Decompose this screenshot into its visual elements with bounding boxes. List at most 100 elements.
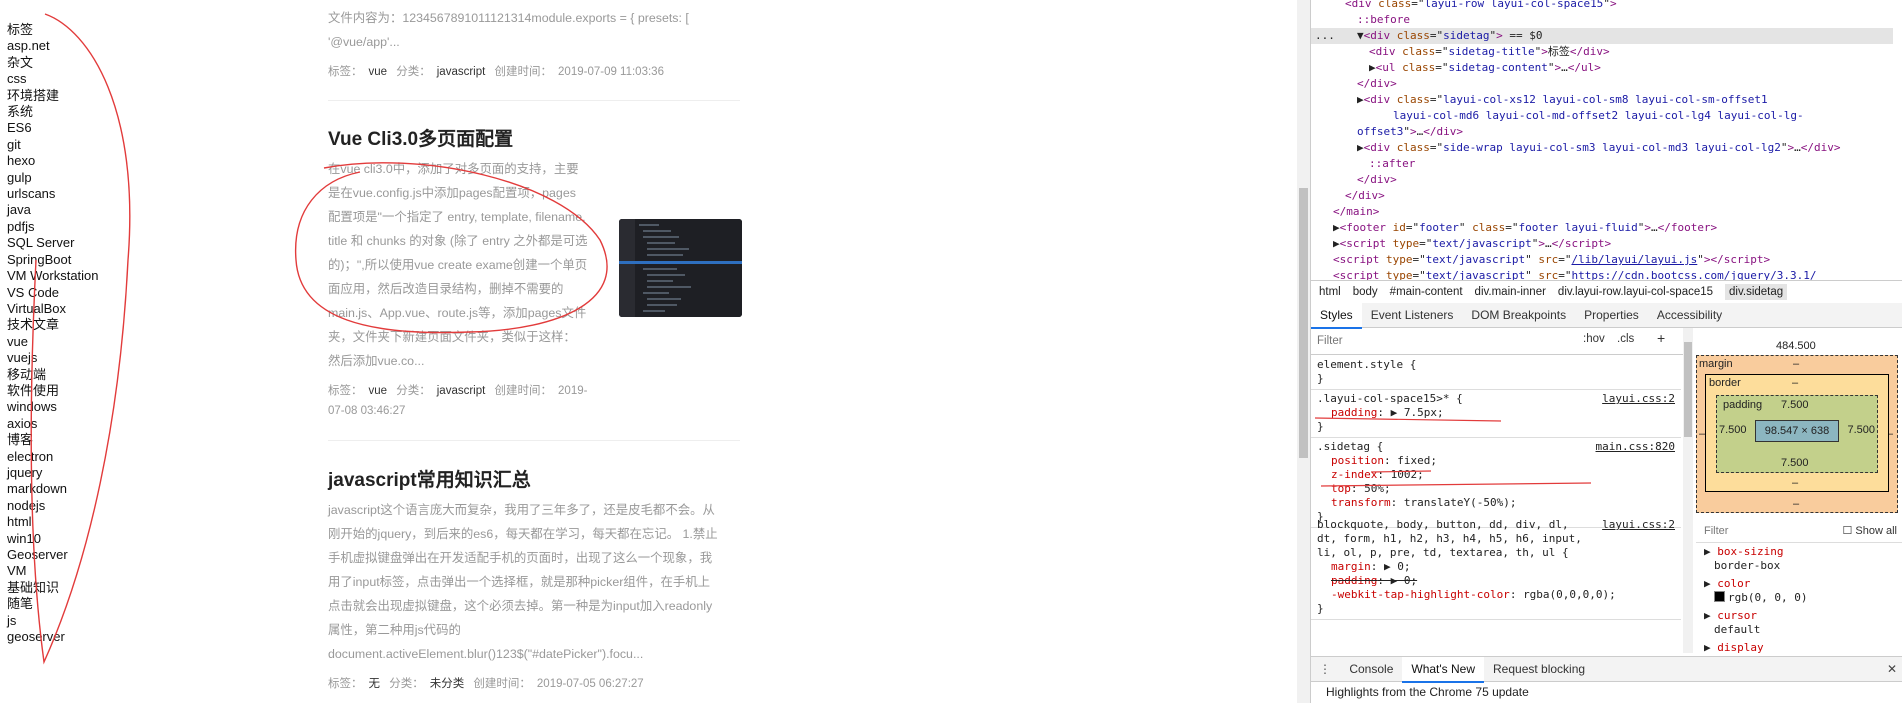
sidetag-item[interactable]: Geoserver — [7, 547, 105, 563]
css-property[interactable]: margin: ▶ 0; — [1317, 560, 1675, 574]
sidetag-item[interactable]: 环境搭建 — [7, 88, 105, 104]
article-category[interactable]: javascript — [437, 385, 486, 397]
computed-filter[interactable]: Filter — [1704, 524, 1728, 538]
dom-node[interactable]: <div class="layui-row layui-col-space15"… — [1345, 0, 1617, 12]
breadcrumb-item[interactable]: html — [1319, 286, 1341, 298]
sidetag-item[interactable]: VS Code — [7, 285, 105, 301]
dom-node[interactable]: ▶<div class="side-wrap layui-col-sm3 lay… — [1357, 140, 1841, 156]
sidetag-item[interactable]: java — [7, 202, 105, 218]
sidetag-item[interactable]: jquery — [7, 465, 105, 481]
sidetag-item[interactable]: geoserver — [7, 629, 105, 645]
sidetag-item[interactable]: SQL Server — [7, 235, 105, 251]
sidetag-item[interactable]: pdfjs — [7, 219, 105, 235]
css-property[interactable]: position: fixed; — [1317, 454, 1675, 468]
sidetag-item[interactable]: css — [7, 71, 105, 87]
new-rule-button[interactable]: + — [1657, 330, 1665, 346]
breadcrumb-item[interactable]: body — [1353, 286, 1378, 298]
dom-node[interactable]: </div> — [1345, 188, 1385, 204]
css-source-link[interactable]: layui.css:2 — [1602, 518, 1675, 532]
show-all-checkbox[interactable]: ☐ Show all — [1843, 524, 1898, 538]
tab-dom-breakpoints[interactable]: DOM Breakpoints — [1462, 303, 1575, 327]
dom-node[interactable]: ▼<div class="sidetag"> == $0 — [1357, 28, 1542, 44]
dom-node[interactable]: </div> — [1357, 172, 1397, 188]
article-tag[interactable]: vue — [369, 66, 388, 78]
sidetag-item[interactable]: ES6 — [7, 120, 105, 136]
sidetag-item[interactable]: electron — [7, 449, 105, 465]
drawer-tab-request-blocking[interactable]: Request blocking — [1484, 657, 1594, 681]
dom-node[interactable]: ▶<div class="layui-col-xs12 layui-col-sm… — [1357, 92, 1768, 108]
css-rule[interactable]: element.style {} — [1311, 355, 1681, 390]
sidetag-item[interactable]: html — [7, 514, 105, 530]
tab-event-listeners[interactable]: Event Listeners — [1362, 303, 1463, 327]
css-source-link[interactable]: main.css:820 — [1596, 440, 1675, 454]
css-property[interactable]: transform: translateY(-50%); — [1317, 496, 1675, 510]
css-rule[interactable]: .layui-col-space15>* {layui.css:2 padding… — [1311, 389, 1681, 438]
sidetag-item[interactable]: 博客 — [7, 432, 105, 448]
article-category[interactable]: javascript — [437, 66, 486, 78]
computed-property[interactable]: ▶ color rgb(0, 0, 0) — [1696, 575, 1902, 607]
sidetag-item[interactable]: 基础知识 — [7, 580, 105, 596]
dom-node[interactable]: ::after — [1369, 156, 1415, 172]
computed-property[interactable]: ▶ box-sizing border-box — [1696, 543, 1902, 575]
dom-more-icon[interactable]: ... — [1315, 28, 1335, 44]
article-tag[interactable]: 无 — [369, 678, 381, 690]
sidetag-item[interactable]: markdown — [7, 481, 105, 497]
breadcrumb-item[interactable]: div.layui-row.layui-col-space15 — [1558, 286, 1713, 298]
sidetag-item[interactable]: VM Workstation — [7, 268, 105, 284]
article-title[interactable]: Vue Cli3.0多页面配置 — [328, 124, 740, 151]
drawer-tab-what-s-new[interactable]: What's New — [1402, 657, 1485, 683]
tab-properties[interactable]: Properties — [1575, 303, 1648, 327]
styles-scrollbar[interactable] — [1683, 328, 1693, 653]
dom-node[interactable]: </main> — [1333, 204, 1379, 220]
sidetag-item[interactable]: vue — [7, 334, 105, 350]
dom-node[interactable]: <script type="text/javascript" src="/lib… — [1333, 252, 1770, 268]
dom-node[interactable]: offset3">…</div> — [1357, 124, 1463, 140]
css-property[interactable]: padding: ▶ 7.5px; — [1317, 406, 1675, 420]
tab-styles[interactable]: Styles — [1311, 303, 1362, 329]
sidetag-item[interactable]: 技术文章 — [7, 317, 105, 333]
hov-toggle[interactable]: :hov — [1583, 333, 1605, 345]
sidetag-item[interactable]: win10 — [7, 531, 105, 547]
sidetag-item[interactable]: asp.net — [7, 38, 105, 54]
css-rule[interactable]: blockquote, body, button, dd, div, dl, d… — [1311, 515, 1681, 620]
cls-toggle[interactable]: .cls — [1617, 333, 1634, 345]
css-property[interactable]: top: 50%; — [1317, 482, 1675, 496]
styles-scrollbar-thumb[interactable] — [1684, 342, 1692, 437]
dom-node[interactable]: ▶<script type="text/javascript">…</scrip… — [1333, 236, 1611, 252]
computed-property[interactable]: ▶ cursor default — [1696, 607, 1902, 639]
css-property[interactable]: -webkit-tap-highlight-color: rgba(0,0,0,… — [1317, 588, 1675, 602]
sidetag-item[interactable]: 系统 — [7, 104, 105, 120]
sidetag-item[interactable]: 随笔 — [7, 596, 105, 612]
sidetag-item[interactable]: urlscans — [7, 186, 105, 202]
sidetag-item[interactable]: VirtualBox — [7, 301, 105, 317]
color-swatch-icon[interactable] — [1714, 591, 1725, 602]
sidetag-item[interactable]: axios — [7, 416, 105, 432]
dom-node[interactable]: </div> — [1357, 76, 1397, 92]
sidetag-item[interactable]: 软件使用 — [7, 383, 105, 399]
dom-node[interactable]: layui-col-md6 layui-col-md-offset2 layui… — [1393, 108, 1804, 124]
breadcrumb-item[interactable]: #main-content — [1390, 286, 1463, 298]
page-scrollbar[interactable] — [1297, 0, 1310, 703]
dom-node[interactable]: ▶<ul class="sidetag-content">…</ul> — [1369, 60, 1601, 76]
sidetag-item[interactable]: SpringBoot — [7, 252, 105, 268]
sidetag-item[interactable]: windows — [7, 399, 105, 415]
dom-node[interactable]: ▶<footer id="footer" class="footer layui… — [1333, 220, 1717, 236]
sidetag-item[interactable]: nodejs — [7, 498, 105, 514]
dom-node[interactable]: ::before — [1357, 12, 1410, 28]
css-property[interactable]: z-index: 1002; — [1317, 468, 1675, 482]
tab-accessibility[interactable]: Accessibility — [1648, 303, 1731, 327]
article-category[interactable]: 未分类 — [430, 678, 465, 690]
article-thumbnail[interactable] — [619, 219, 742, 317]
article-tag[interactable]: vue — [369, 385, 388, 397]
sidetag-item[interactable]: js — [7, 613, 105, 629]
css-source-link[interactable]: layui.css:2 — [1602, 392, 1675, 406]
sidetag-item[interactable]: gulp — [7, 170, 105, 186]
computed-property[interactable]: ▶ display — [1696, 639, 1902, 653]
drawer-tab-console[interactable]: Console — [1340, 657, 1402, 681]
sidetag-item[interactable]: 移动端 — [7, 367, 105, 383]
sidetag-item[interactable]: hexo — [7, 153, 105, 169]
sidetag-item[interactable]: 杂文 — [7, 55, 105, 71]
drawer-menu-icon[interactable]: ⋮ — [1319, 662, 1331, 676]
sidetag-item[interactable]: vuejs — [7, 350, 105, 366]
styles-filter-input[interactable] — [1315, 332, 1579, 350]
